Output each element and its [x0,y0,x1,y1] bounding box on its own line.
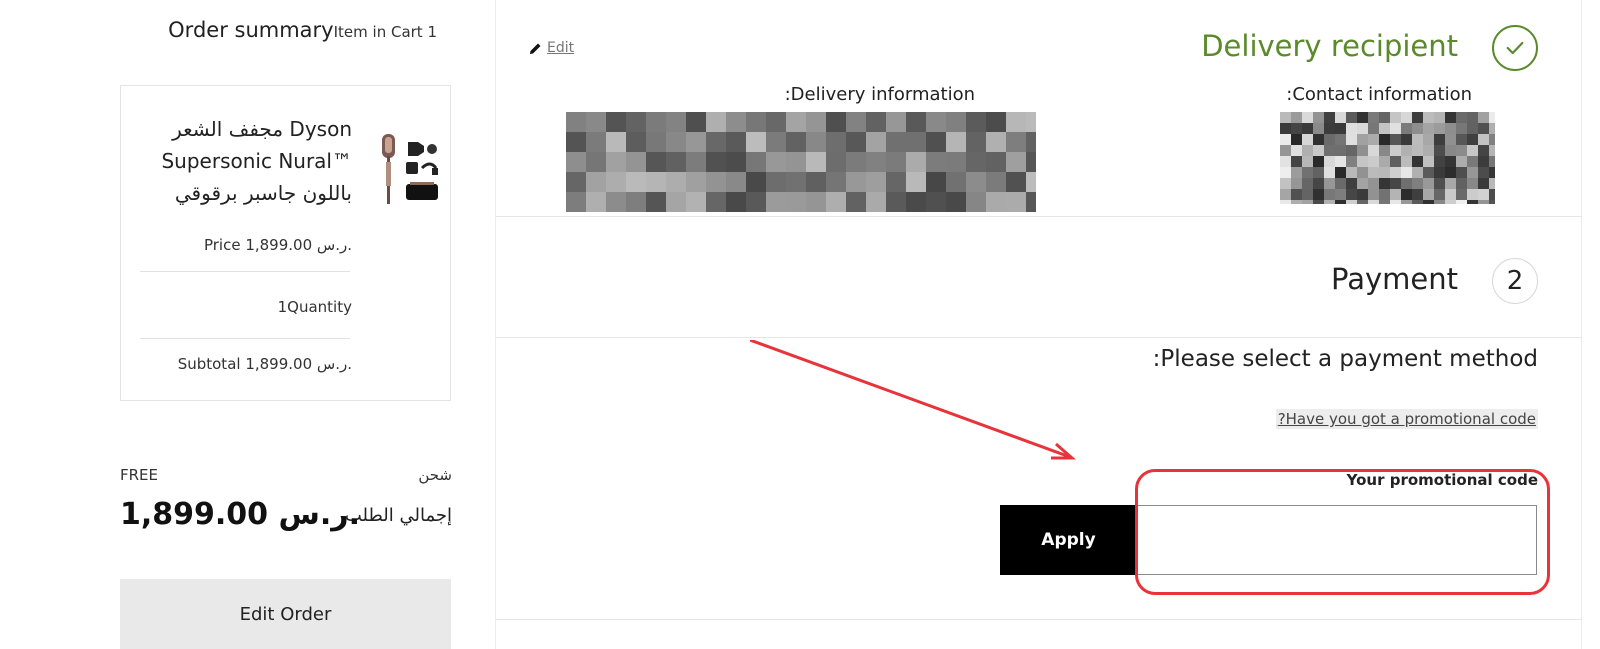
product-name: مجفف الشعر Dyson Supersonic Nural™ باللو… [122,113,352,209]
item-quantity: 1Quantity [277,298,352,316]
shipping-value: FREE [120,466,159,484]
edit-link-label: Edit [547,40,575,56]
redacted-contact-info [1280,112,1495,204]
section-divider [495,337,1582,338]
check-icon [1492,25,1538,71]
promo-code-input[interactable] [1137,505,1537,575]
pencil-icon [530,43,541,54]
product-name-line: باللون جاسبر برقوقي [174,181,352,205]
product-name-line: Supersonic Nural™ [161,149,352,173]
cart-item-count: Item in Cart 1 [333,23,437,41]
divider [140,338,350,339]
item-subtotal: Subtotal 1,899.00 ر.س. [177,355,352,373]
edit-order-button[interactable]: Edit Order [120,579,451,649]
section-divider [495,216,1582,217]
product-name-line: مجفف الشعر Dyson [172,117,352,141]
apply-promo-button[interactable]: Apply [1000,505,1137,575]
order-total-value: 1,899.00 ر.س. [120,497,360,532]
delivery-recipient-title: Delivery recipient [1201,29,1458,63]
contact-info-label: :Contact information [1286,84,1472,105]
divider [140,271,350,272]
product-image [382,134,438,204]
order-total-label: إجمالي الطلب [344,505,452,526]
item-price: Price 1,899.00 ر.س. [203,236,352,254]
payment-title: Payment [1331,262,1458,296]
shipping-label: شحن [418,466,452,484]
section-divider [495,619,1582,620]
payment-step-number: 2 [1492,258,1538,304]
order-summary-header: Order summaryItem in Cart 1 [168,18,437,42]
delivery-info-label: :Delivery information [784,84,975,105]
promo-code-label: Your promotional code [1346,471,1538,489]
order-summary-title: Order summary [168,18,334,42]
promo-code-link[interactable]: ?Have you got a promotional code [1275,409,1538,429]
edit-delivery-link[interactable]: Edit [529,40,574,56]
redacted-delivery-info [566,112,1036,212]
payment-method-prompt: :Please select a payment method [1152,346,1538,372]
